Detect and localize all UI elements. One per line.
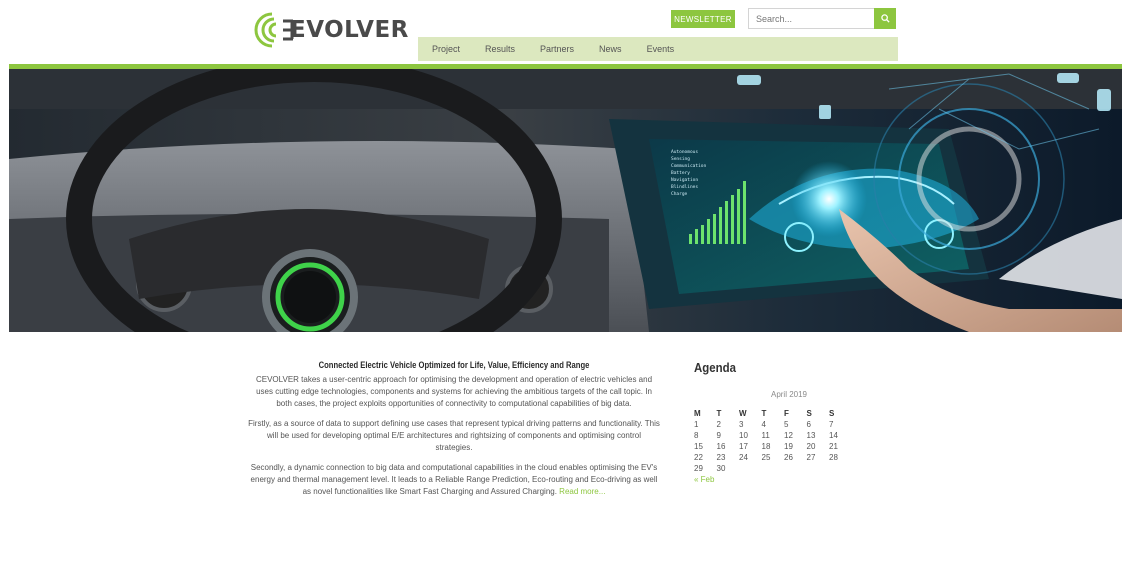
intro-paragraph: CEVOLVER takes a user-centric approach f…: [255, 375, 653, 408]
calendar-day: [762, 463, 785, 474]
weekday-label: T: [716, 408, 722, 418]
calendar-day: 11: [761, 431, 770, 440]
calendar-day: 19: [784, 442, 793, 451]
hud-line: Autonomous: [671, 149, 698, 155]
hud-line: Charge: [671, 191, 688, 197]
calendar-day: 25: [761, 453, 771, 462]
hud-line: Sensing: [671, 156, 690, 162]
calendar-day: 22: [694, 453, 703, 462]
calendar-day: 26: [784, 453, 793, 462]
search-button[interactable]: [874, 8, 896, 29]
calendar-day: [739, 463, 762, 474]
calendar-week-row: 29 30: [694, 463, 852, 474]
calendar-week-row: 22 23 24 25 26 27 28: [694, 452, 852, 463]
calendar-day: 18: [761, 442, 771, 451]
search-form: [748, 8, 896, 29]
logo[interactable]: EVOLVER: [246, 10, 409, 50]
hero-banner: Autonomous Sensing Communication Battery…: [9, 69, 1122, 332]
intro-title: Connected Electric Vehicle Optimized for…: [318, 360, 590, 370]
newsletter-button[interactable]: NEWSLETTER: [671, 10, 735, 28]
calendar-week-row: 15 16 17 18 19 20 21: [694, 441, 852, 452]
calendar-day: [829, 463, 852, 474]
nav-item-events[interactable]: Events: [647, 44, 675, 54]
intro-paragraph: Firstly, as a source of data to support …: [248, 419, 660, 452]
project-intro: Connected Electric Vehicle Optimized for…: [248, 360, 660, 506]
calendar-day: 6: [806, 420, 811, 429]
calendar-day: 30: [716, 464, 726, 473]
nav-item-news[interactable]: News: [599, 44, 622, 54]
calendar-day: 9: [716, 431, 721, 440]
calendar-day: 8: [694, 431, 699, 440]
weekday-label: W: [739, 408, 747, 418]
main-nav: Project Results Partners News Events: [418, 37, 898, 61]
site-header: EVOLVER NEWSLETTER Project Results Partn…: [0, 0, 1122, 64]
calendar-day: 2: [716, 420, 721, 429]
calendar-day: 14: [829, 431, 838, 440]
calendar-prev-link[interactable]: « Feb: [694, 475, 884, 484]
read-more-link[interactable]: Read more...: [559, 487, 605, 496]
agenda-title: Agenda: [694, 360, 736, 375]
calendar-day: 29: [694, 464, 703, 473]
agenda-widget: Agenda April 2019 M T W T F S S 1 2 3 4 …: [694, 360, 884, 484]
hud-line: Communication: [671, 163, 707, 169]
logo-text: EVOLVER: [290, 17, 409, 43]
calendar-day: 10: [739, 431, 748, 440]
calendar-day: 3: [739, 420, 744, 429]
hud-line: Battery: [671, 170, 690, 176]
calendar-day: [807, 463, 830, 474]
hero-image: Autonomous Sensing Communication Battery…: [9, 69, 1122, 332]
nav-item-project[interactable]: Project: [432, 44, 460, 54]
calendar-day: 23: [716, 453, 726, 462]
calendar-day: 12: [784, 431, 793, 440]
calendar-day: 20: [806, 442, 816, 451]
calendar-day: 21: [829, 442, 838, 451]
calendar-grid: M T W T F S S 1 2 3 4 5 6 7 8 9 10 11 12…: [694, 407, 852, 474]
search-input[interactable]: [748, 8, 874, 29]
calendar-day: 27: [806, 453, 816, 462]
calendar-weekday-row: M T W T F S S: [694, 407, 852, 419]
calendar-day: 24: [739, 453, 748, 462]
weekday-label: M: [694, 408, 701, 418]
weekday-label: F: [784, 408, 789, 418]
weekday-label: S: [806, 408, 812, 418]
weekday-label: T: [761, 408, 767, 418]
calendar-month: April 2019: [770, 390, 808, 399]
nav-item-results[interactable]: Results: [485, 44, 515, 54]
nav-item-partners[interactable]: Partners: [540, 44, 574, 54]
search-icon: [880, 14, 890, 23]
calendar-day: 15: [694, 442, 703, 451]
calendar-day: 5: [784, 420, 789, 429]
logo-mark-icon: [254, 12, 294, 48]
calendar-day: 7: [829, 420, 834, 429]
calendar-week-row: 8 9 10 11 12 13 14: [694, 430, 852, 441]
calendar-day: 13: [806, 431, 816, 440]
calendar-day: 17: [739, 442, 748, 451]
hud-line: Blindlines: [671, 184, 698, 190]
intro-paragraph: Secondly, a dynamic connection to big da…: [248, 462, 660, 498]
calendar-day: 4: [761, 420, 766, 429]
hud-line: Navigation: [671, 177, 698, 183]
calendar-day: 28: [829, 453, 838, 462]
calendar-week-row: 1 2 3 4 5 6 7: [694, 419, 852, 430]
weekday-label: S: [829, 408, 835, 418]
calendar-day: 1: [694, 420, 699, 429]
calendar-day: [784, 463, 807, 474]
calendar-day: 16: [716, 442, 726, 451]
